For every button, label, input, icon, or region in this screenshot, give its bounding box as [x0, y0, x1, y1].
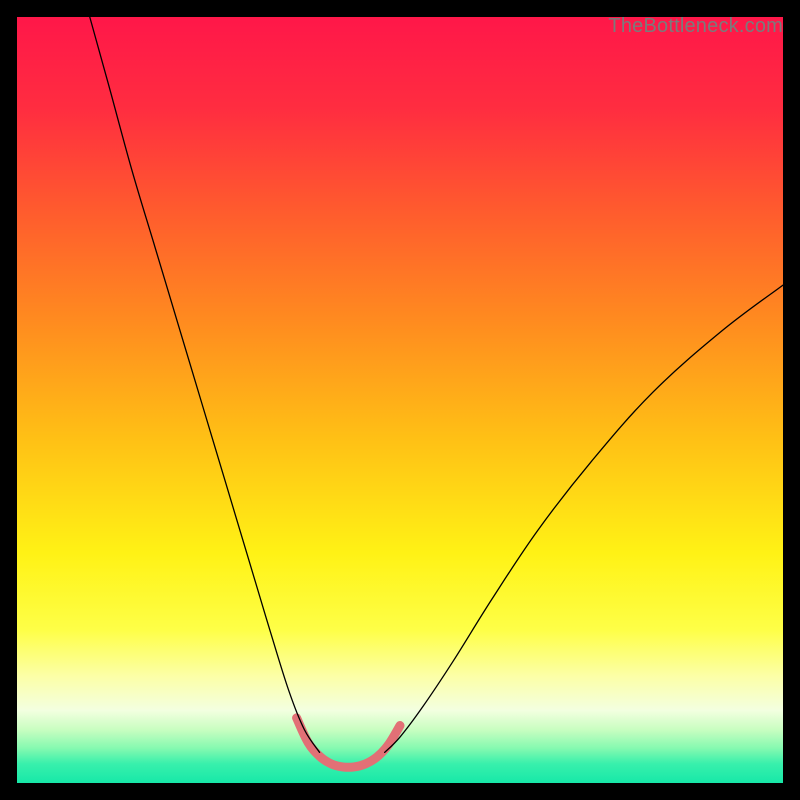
chart-frame: TheBottleneck.com	[17, 17, 783, 783]
chart-curves-layer	[17, 17, 783, 783]
series-left-branch	[90, 17, 320, 752]
watermark-text: TheBottleneck.com	[608, 15, 783, 38]
series-right-branch	[385, 285, 783, 752]
